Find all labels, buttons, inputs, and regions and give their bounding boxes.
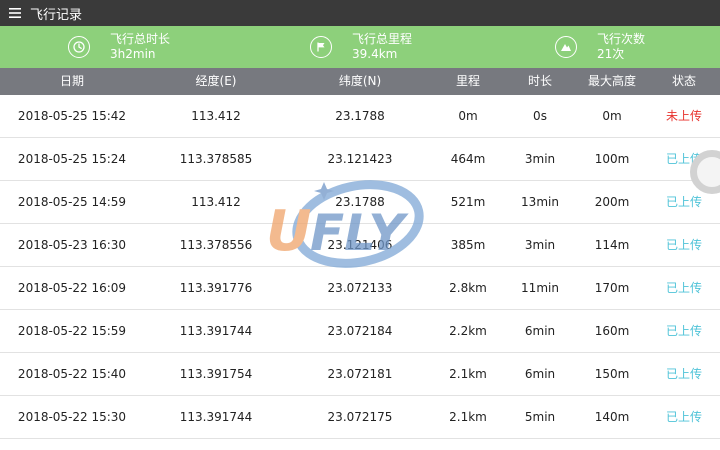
table-row[interactable]: 2018-05-22 16:09 113.391776 23.072133 2.8km… [0,267,720,310]
page-title: 飞行记录 [30,7,83,23]
cell-latitude: 23.072181 [327,367,393,381]
stat-value: 21次 [597,47,625,61]
cell-max-altitude: 100m [594,152,630,166]
cell-max-altitude: 170m [594,281,630,295]
cell-status: 已上传 [665,410,703,424]
cell-duration: 11min [521,281,559,295]
table-header: 日期 经度(E) 纬度(N) 里程 时长 最大高度 状态 [0,68,720,95]
stat-value: 3h2min [110,47,156,61]
cell-distance: 385m [450,238,486,252]
table-row[interactable]: 2018-05-23 16:30 113.378556 23.121406 385m 3… [0,224,720,267]
column-header-duration: 时长 [527,74,553,88]
cell-max-altitude: 160m [594,324,630,338]
cell-status: 已上传 [665,281,703,295]
cell-longitude: 113.391744 [179,410,253,424]
cell-status: 已上传 [665,238,703,252]
flag-icon [310,36,332,58]
cell-duration: 5min [524,410,556,424]
cell-date: 2018-05-25 14:59 [17,195,127,209]
cell-date: 2018-05-22 16:09 [17,281,127,295]
cell-status: 未上传 [665,109,703,123]
cell-date: 2018-05-22 15:59 [17,324,127,338]
cell-date: 2018-05-23 16:30 [17,238,127,252]
cell-longitude: 113.378585 [179,152,253,166]
cell-longitude: 113.378556 [179,238,253,252]
cell-distance: 464m [450,152,486,166]
cell-longitude: 113.391754 [179,367,253,381]
cell-date: 2018-05-22 15:40 [17,367,127,381]
stat-label: 飞行总时长 [110,32,171,46]
cell-duration: 6min [524,367,556,381]
table-row[interactable]: 2018-05-25 14:59 113.412 23.1788 521m 13min 2… [0,181,720,224]
cell-longitude: 113.391776 [179,281,253,295]
cell-longitude: 113.391744 [179,324,253,338]
cell-status: 已上传 [665,367,703,381]
cell-latitude: 23.1788 [335,195,385,209]
table-row[interactable]: 2018-05-22 15:40 113.391754 23.072181 2.1km… [0,353,720,396]
table-row[interactable]: 2018-05-22 15:30 113.391744 23.072175 2.1km… [0,396,720,439]
cell-longitude: 113.412 [191,195,241,209]
cell-duration: 13min [521,195,559,209]
cell-distance: 0m [458,109,478,123]
cell-latitude: 23.072184 [327,324,393,338]
cell-latitude: 23.121406 [327,238,393,252]
cell-distance: 2.1km [449,410,487,424]
cell-longitude: 113.412 [191,109,241,123]
stat-total-distance: 飞行总里程 39.4km [310,26,412,68]
cell-date: 2018-05-25 15:24 [17,152,127,166]
stat-flight-count: 飞行次数 21次 [555,26,645,68]
table-row[interactable]: 2018-05-25 15:42 113.412 23.1788 0m 0s 0m 未上传 [0,95,720,138]
stat-value: 39.4km [352,47,398,61]
table-row[interactable]: 2018-05-25 15:24 113.378585 23.121423 464m 3… [0,138,720,181]
mountain-icon [555,36,577,58]
cell-latitude: 23.072175 [327,410,393,424]
cell-max-altitude: 140m [594,410,630,424]
cell-duration: 3min [524,238,556,252]
column-header-latitude: 纬度(N) [338,74,382,88]
clock-icon [68,36,90,58]
cell-latitude: 23.121423 [327,152,393,166]
cell-distance: 521m [450,195,486,209]
cell-max-altitude: 150m [594,367,630,381]
cell-duration: 3min [524,152,556,166]
cell-max-altitude: 0m [602,109,622,123]
stat-label: 飞行次数 [597,32,646,46]
cell-date: 2018-05-25 15:42 [17,109,127,123]
table-row[interactable]: 2018-05-22 15:59 113.391744 23.072184 2.2km… [0,310,720,353]
cell-status: 已上传 [665,324,703,338]
flight-records-table: 2018-05-25 15:42 113.412 23.1788 0m 0s 0m 未上传 2… [0,95,720,450]
cell-duration: 6min [524,324,556,338]
title-bar: 飞行记录 [0,0,720,26]
stat-label: 飞行总里程 [352,32,413,46]
cell-distance: 2.8km [449,281,487,295]
cell-latitude: 23.1788 [335,109,385,123]
menu-icon[interactable] [0,0,30,26]
cell-distance: 2.2km [449,324,487,338]
column-header-status: 状态 [671,74,697,88]
column-header-distance: 里程 [455,74,481,88]
stat-total-duration: 飞行总时长 3h2min [68,26,170,68]
cell-max-altitude: 114m [594,238,630,252]
column-header-longitude: 经度(E) [195,74,237,88]
column-header-date: 日期 [59,74,85,88]
cell-duration: 0s [533,109,547,123]
cell-max-altitude: 200m [594,195,630,209]
column-header-max-altitude: 最大高度 [587,74,637,88]
cell-date: 2018-05-22 15:30 [17,410,127,424]
cell-latitude: 23.072133 [327,281,393,295]
flight-stats-bar: 飞行总时长 3h2min 飞行总里程 39.4km 飞行次数 21次 [0,26,720,68]
cell-distance: 2.1km [449,367,487,381]
